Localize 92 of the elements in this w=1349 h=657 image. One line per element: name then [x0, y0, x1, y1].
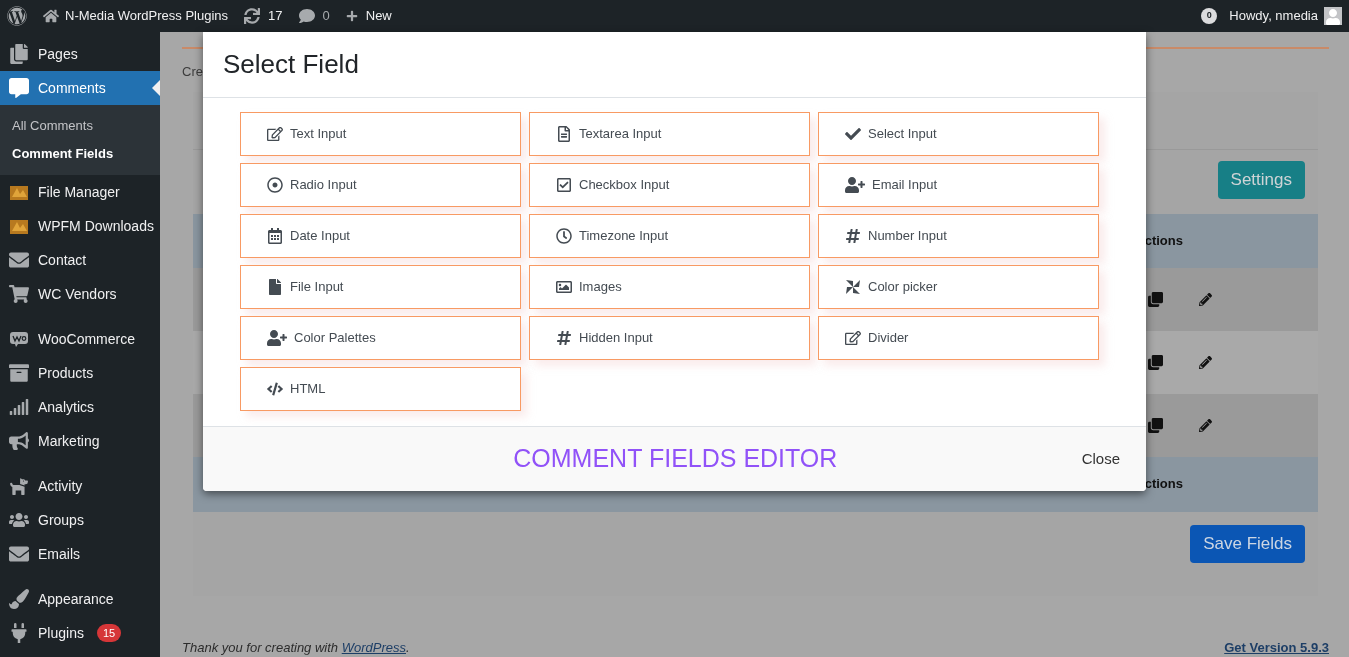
field-type-button[interactable]: Divider — [818, 316, 1099, 360]
wordpress-link[interactable]: WordPress — [341, 639, 406, 655]
refresh-icon — [244, 8, 261, 24]
speech-bubble-icon — [9, 330, 29, 348]
wordpress-logo-icon[interactable] — [7, 6, 27, 26]
user-plus-icon — [845, 177, 865, 193]
hashtag-icon — [845, 228, 861, 244]
sidebar-item[interactable]: Activity — [0, 469, 160, 503]
site-link[interactable]: N-Media WordPress Plugins — [43, 6, 229, 26]
field-type-button[interactable]: Date Input — [240, 214, 521, 258]
dialog-title: Select Field — [223, 48, 359, 81]
user-plus-icon — [267, 330, 287, 346]
sidebar-item[interactable]: Pages — [0, 37, 160, 71]
hashtag-icon — [556, 330, 572, 346]
field-type-button[interactable]: Email Input — [818, 163, 1099, 207]
sidebar-item[interactable]: WPFM Downloads — [0, 209, 160, 243]
copy-icon[interactable] — [1148, 417, 1163, 433]
box-icon — [9, 363, 29, 383]
updates-link[interactable]: 17 — [244, 6, 283, 26]
megaphone-icon — [9, 431, 29, 451]
document-icon — [556, 126, 572, 142]
sidebar-item[interactable]: Groups — [0, 503, 160, 537]
footer-text: Thank you for creating with WordPress. — [182, 638, 410, 657]
column-header: ctions — [1144, 475, 1183, 494]
clock-icon — [556, 228, 572, 244]
save-fields-button[interactable]: Save Fields — [1190, 524, 1305, 563]
edit-icon — [267, 126, 283, 142]
sidebar-item[interactable]: WC Vendors — [0, 277, 160, 311]
folder-picture-icon — [9, 183, 29, 201]
field-type-button[interactable]: Number Input — [818, 214, 1099, 258]
cart-icon — [9, 284, 29, 304]
field-type-button[interactable]: HTML — [240, 367, 521, 411]
bar-chart-icon — [9, 397, 29, 417]
plus-icon — [345, 10, 358, 22]
sidebar-item[interactable]: Appearance — [0, 582, 160, 616]
field-type-button[interactable]: Textarea Input — [529, 112, 810, 156]
calendar-icon — [267, 228, 283, 244]
sidebar-item[interactable]: Marketing — [0, 424, 160, 458]
field-type-button[interactable]: Color picker — [818, 265, 1099, 309]
check-icon — [845, 126, 861, 142]
sidebar-item[interactable]: Contact — [0, 243, 160, 277]
copy-icon[interactable] — [1148, 354, 1163, 370]
pencil-icon[interactable] — [1199, 292, 1212, 306]
breadcrumb: Cre — [182, 64, 203, 79]
editor-title: COMMENT FIELDS EDITOR — [512, 443, 839, 475]
brush-icon — [9, 589, 29, 609]
submenu-item[interactable]: Comment Fields — [0, 140, 160, 168]
sidebar-item[interactable]: Emails — [0, 537, 160, 571]
close-button[interactable]: Close — [1081, 447, 1120, 471]
dog-icon — [9, 476, 29, 496]
pencil-icon[interactable] — [1199, 418, 1212, 432]
sidebar-item[interactable]: Products — [0, 356, 160, 390]
field-type-button[interactable]: File Input — [240, 265, 521, 309]
envelope-icon — [9, 250, 29, 270]
sidebar-item[interactable]: WooCommerce — [0, 322, 160, 356]
field-type-button[interactable]: Select Input — [818, 112, 1099, 156]
folder-picture-icon — [9, 217, 29, 235]
pages-icon — [9, 44, 29, 64]
comments-link[interactable]: 0 — [298, 6, 330, 26]
field-type-button[interactable]: Radio Input — [240, 163, 521, 207]
count-badge: 15 — [96, 624, 122, 642]
field-type-button[interactable]: Color Palettes — [240, 316, 521, 360]
speech-bubble-icon — [9, 78, 29, 98]
code-icon — [267, 381, 283, 397]
envelope-icon — [9, 544, 29, 564]
field-type-button[interactable]: Text Input — [240, 112, 521, 156]
sidebar-item[interactable]: Plugins 15 — [0, 616, 160, 650]
home-icon — [43, 8, 59, 24]
file-icon — [267, 279, 283, 295]
sidebar-item[interactable]: File Manager — [0, 175, 160, 209]
image-icon — [556, 279, 572, 295]
checkbox-icon — [556, 177, 572, 193]
radio-icon — [267, 177, 283, 193]
field-type-button[interactable]: Images — [529, 265, 810, 309]
new-link[interactable]: New — [345, 6, 392, 26]
account-link[interactable]: Howdy, nmedia — [1229, 6, 1318, 26]
version-link[interactable]: Get Version 5.9.3 — [1224, 637, 1329, 657]
edit-icon — [845, 330, 861, 346]
pinwheel-icon — [845, 279, 861, 295]
plug-icon — [9, 623, 29, 643]
pencil-icon[interactable] — [1199, 355, 1212, 369]
notification-badge[interactable]: 0 — [1201, 8, 1218, 24]
speech-bubble-icon — [298, 8, 315, 24]
submenu-item[interactable]: All Comments — [0, 112, 160, 140]
field-type-button[interactable]: Checkbox Input — [529, 163, 810, 207]
users-icon — [9, 510, 29, 530]
field-type-button[interactable]: Timezone Input — [529, 214, 810, 258]
column-header: ctions — [1144, 231, 1183, 250]
sidebar-item[interactable]: Comments — [0, 71, 160, 105]
copy-icon[interactable] — [1148, 291, 1163, 307]
sidebar-item[interactable]: Analytics — [0, 390, 160, 424]
field-type-button[interactable]: Hidden Input — [529, 316, 810, 360]
